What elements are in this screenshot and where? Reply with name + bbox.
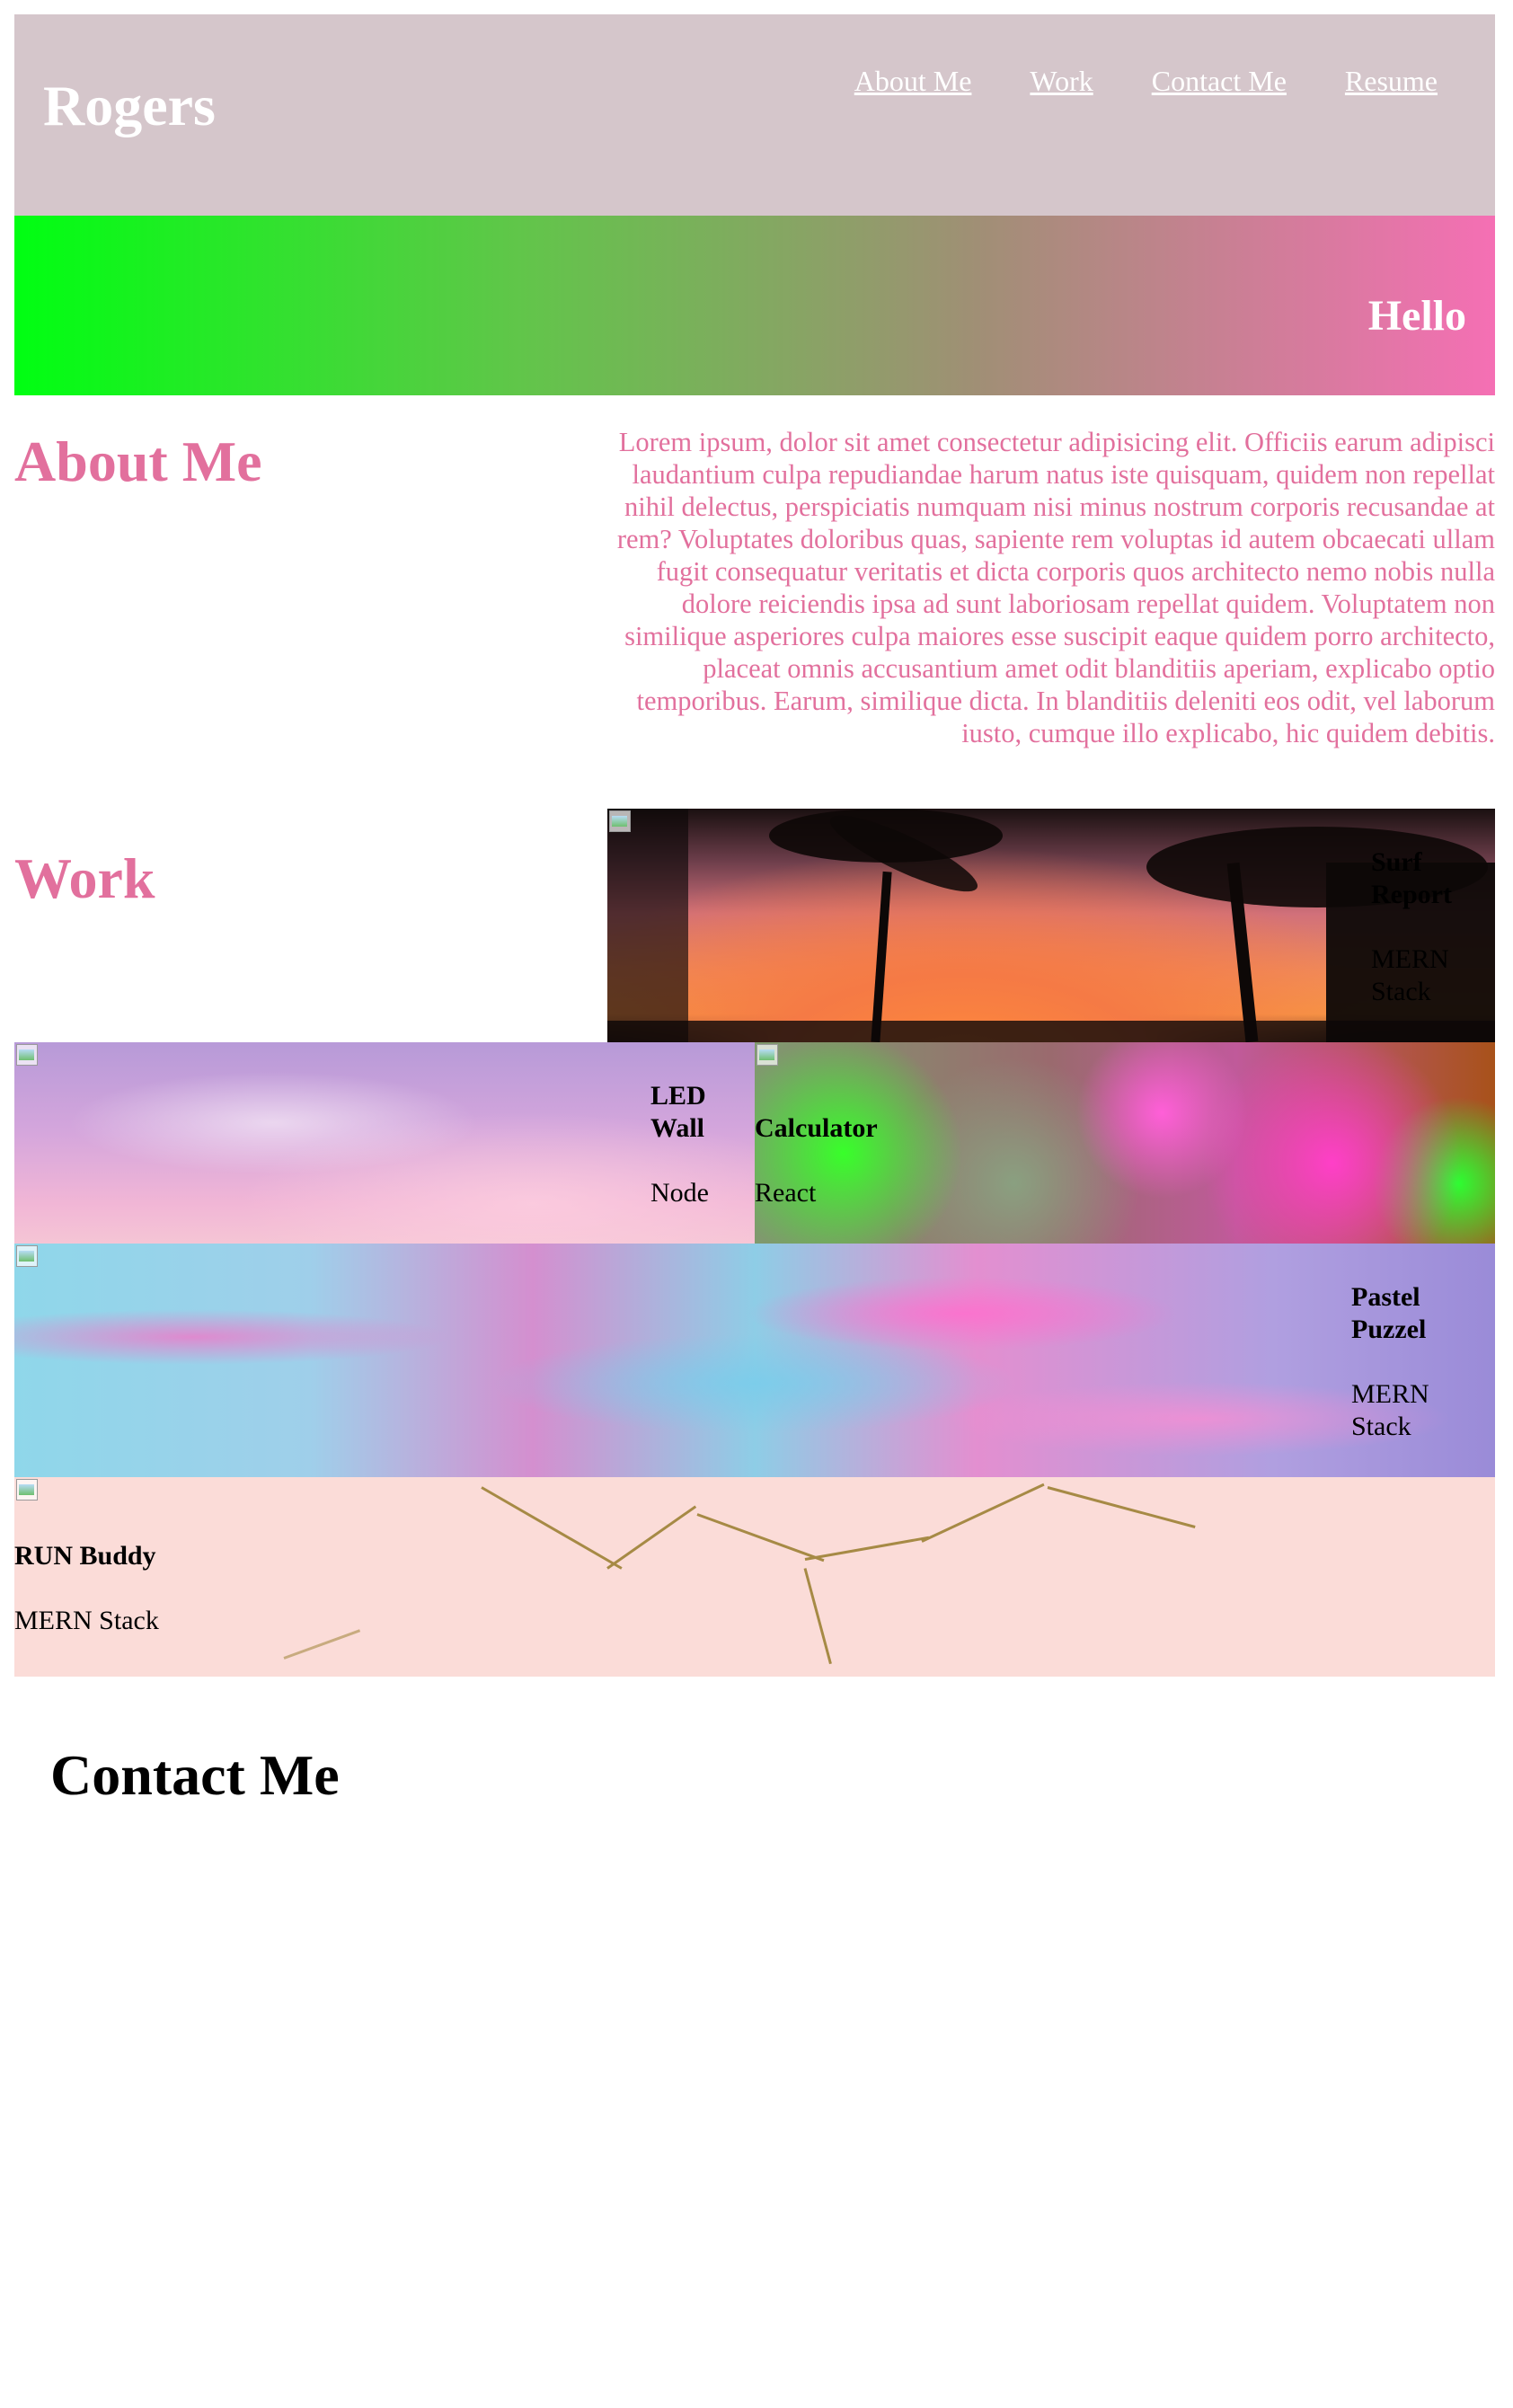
broken-image-icon xyxy=(14,1042,41,1069)
project-card-run-buddy[interactable]: RUN Buddy MERN Stack xyxy=(14,1477,1495,1677)
project-card-calculator[interactable]: Calculator React xyxy=(755,1042,1495,1244)
hero-greeting: Hello xyxy=(1367,292,1466,340)
marble-vein xyxy=(481,1486,623,1570)
work-title: Work xyxy=(14,846,155,910)
brand-name: Rogers xyxy=(43,74,216,137)
about-text: Lorem ipsum, dolor sit amet consectetur … xyxy=(616,427,1495,748)
marble-vein xyxy=(606,1505,697,1570)
ground-silhouette xyxy=(607,1021,1495,1042)
about-title: About Me xyxy=(14,429,262,493)
work-row-2: LED Wall Node Calculator React xyxy=(14,1042,1495,1244)
about-section: About Me Lorem ipsum, dolor sit amet con… xyxy=(14,395,1495,809)
project-caption: Pastel Puzzel MERN Stack xyxy=(1351,1281,1486,1443)
project-tech: React xyxy=(755,1178,817,1208)
nav-link-resume[interactable]: Resume xyxy=(1345,66,1438,95)
palm-silhouette xyxy=(607,809,688,1042)
marble-vein xyxy=(804,1536,930,1561)
work-row-3: Pastel Puzzel MERN Stack xyxy=(14,1244,1495,1477)
broken-image-icon xyxy=(14,1477,41,1504)
hero-banner: Hello xyxy=(14,216,1495,395)
project-title: Surf Report xyxy=(1371,847,1452,909)
project-tech: Node xyxy=(650,1178,709,1208)
marble-vein xyxy=(696,1513,825,1563)
project-tech: MERN Stack xyxy=(1371,944,1449,1006)
project-tech: MERN Stack xyxy=(1351,1379,1429,1441)
main-nav: About Me Work Contact Me Resume xyxy=(796,66,1438,95)
marble-vein xyxy=(921,1483,1045,1543)
broken-image-icon xyxy=(607,809,634,836)
project-card-pastel-puzzel[interactable]: Pastel Puzzel MERN Stack xyxy=(14,1244,1495,1477)
project-caption: Calculator React xyxy=(755,1112,934,1209)
site-header: Rogers About Me Work Contact Me Resume xyxy=(14,14,1495,216)
nav-link-about-me[interactable]: About Me xyxy=(854,66,972,95)
project-title: Calculator xyxy=(755,1113,878,1143)
project-title: Pastel Puzzel xyxy=(1351,1282,1427,1344)
project-caption: RUN Buddy MERN Stack xyxy=(14,1540,284,1637)
marble-vein xyxy=(803,1568,832,1665)
project-title: RUN Buddy xyxy=(14,1541,156,1571)
page: Rogers About Me Work Contact Me Resume H… xyxy=(14,14,1495,1804)
project-caption: LED Wall Node xyxy=(650,1080,749,1209)
project-title: LED Wall xyxy=(650,1081,706,1143)
marble-vein xyxy=(283,1629,361,1660)
contact-title: Contact Me xyxy=(50,1743,340,1807)
marble-vein xyxy=(1047,1486,1196,1528)
broken-image-icon xyxy=(14,1244,41,1270)
project-card-surf-report[interactable]: Surf Report MERN Stack xyxy=(607,809,1495,1042)
nav-link-contact-me[interactable]: Contact Me xyxy=(1152,66,1287,95)
nav-link-work[interactable]: Work xyxy=(1030,66,1093,95)
project-tech: MERN Stack xyxy=(14,1606,159,1635)
work-section: Work Surf Report MERN Stack xyxy=(14,809,1495,1042)
project-caption: Surf Report MERN Stack xyxy=(1371,846,1479,1008)
project-card-led-wall[interactable]: LED Wall Node xyxy=(14,1042,755,1244)
work-row-4: RUN Buddy MERN Stack xyxy=(14,1477,1495,1677)
palm-silhouette xyxy=(871,871,892,1042)
broken-image-icon xyxy=(755,1042,782,1069)
